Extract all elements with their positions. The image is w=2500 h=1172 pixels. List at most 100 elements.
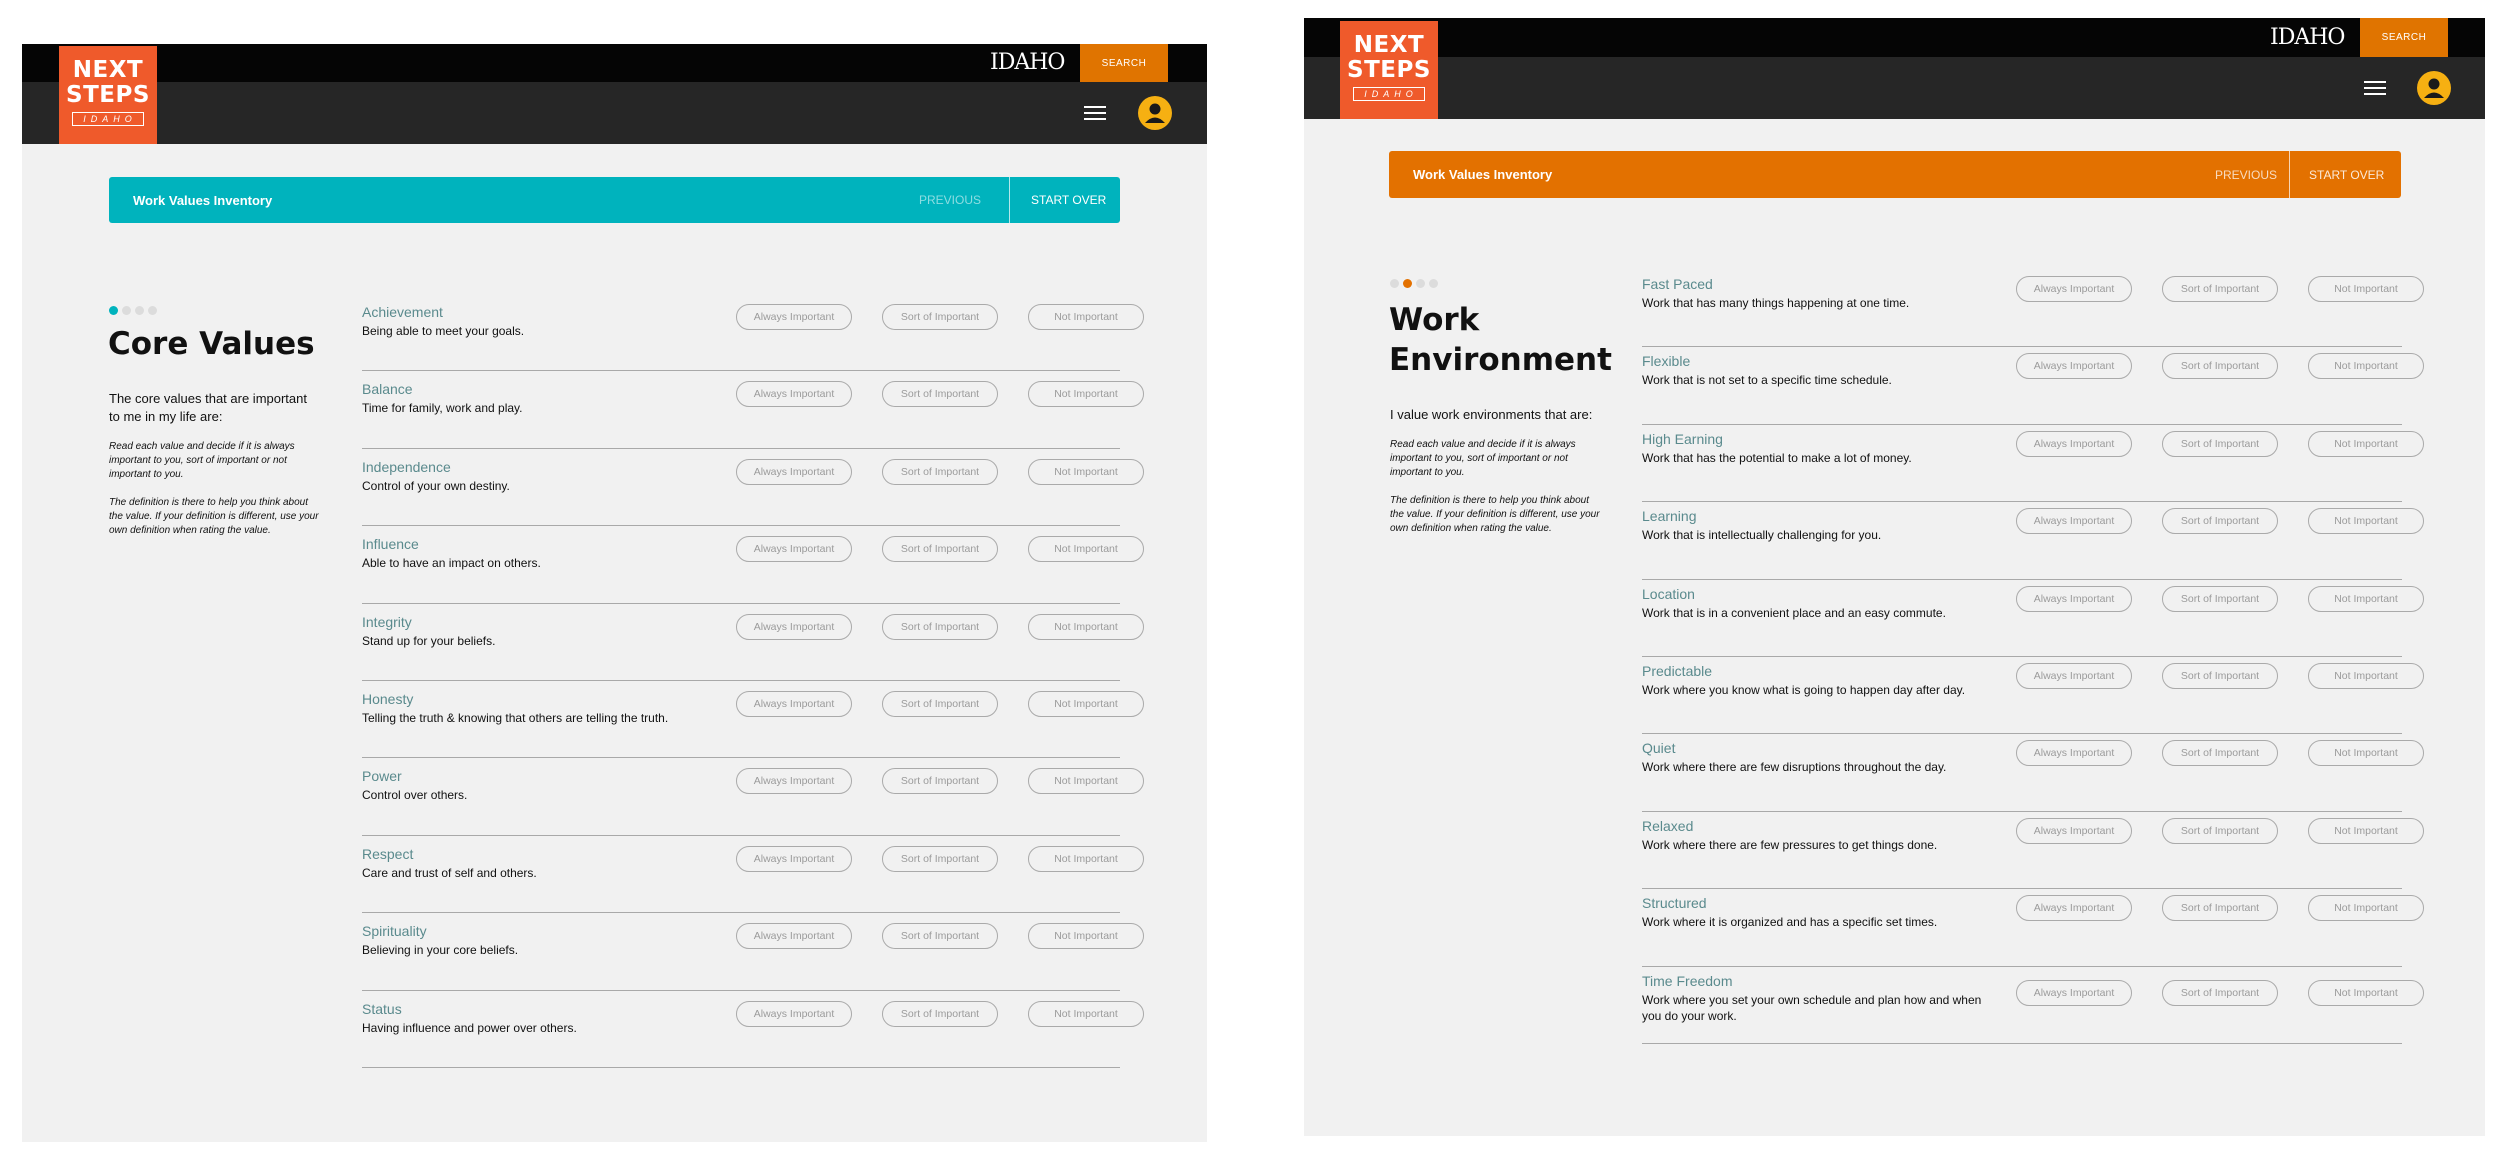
sort-of-important-button[interactable]: Sort of Important <box>882 691 998 717</box>
inventory-title-bar: Work Values Inventory PREVIOUS START OVE… <box>109 177 1120 223</box>
sort-of-important-button[interactable]: Sort of Important <box>882 304 998 330</box>
sort-of-important-button[interactable]: Sort of Important <box>2162 740 2278 767</box>
section-intro: The core values that are important to me… <box>109 391 307 424</box>
sort-of-important-button[interactable]: Sort of Important <box>2162 276 2278 302</box>
value-description: Stand up for your beliefs. <box>362 633 496 648</box>
value-description: Work that has the potential to make a lo… <box>1642 450 1912 465</box>
always-important-button[interactable]: Always Important <box>2016 276 2132 302</box>
start-over-button[interactable]: START OVER <box>1031 177 1106 223</box>
always-important-button[interactable]: Always Important <box>2016 740 2132 767</box>
not-important-button[interactable]: Not Important <box>1028 1000 1144 1027</box>
search-button[interactable]: SEARCH <box>2360 18 2448 57</box>
not-important-button[interactable]: Not Important <box>2308 740 2424 767</box>
value-name: Influence <box>362 536 419 553</box>
always-important-button[interactable]: Always Important <box>736 381 852 408</box>
always-important-button[interactable]: Always Important <box>736 845 852 872</box>
always-important-button[interactable]: Always Important <box>736 691 852 717</box>
user-avatar-icon[interactable] <box>2417 71 2451 105</box>
sort-of-important-button[interactable]: Sort of Important <box>2162 817 2278 844</box>
always-important-button[interactable]: Always Important <box>2016 585 2132 612</box>
always-important-button[interactable]: Always Important <box>2016 663 2132 689</box>
always-important-button[interactable]: Always Important <box>2016 817 2132 844</box>
sort-of-important-button[interactable]: Sort of Important <box>2162 430 2278 457</box>
always-important-button[interactable]: Always Important <box>2016 353 2132 380</box>
always-important-button[interactable]: Always Important <box>736 458 852 485</box>
idaho-logo[interactable]: IDAHO <box>2270 25 2345 50</box>
not-important-button[interactable]: Not Important <box>1028 923 1144 950</box>
always-important-button[interactable]: Always Important <box>736 613 852 640</box>
value-name: Balance <box>362 381 413 398</box>
not-important-button[interactable]: Not Important <box>2308 663 2424 689</box>
search-button[interactable]: SEARCH <box>1080 44 1168 82</box>
not-important-button[interactable]: Not Important <box>2308 979 2424 1006</box>
sort-of-important-button[interactable]: Sort of Important <box>882 536 998 563</box>
not-important-button[interactable]: Not Important <box>2308 817 2424 844</box>
sort-of-important-button[interactable]: Sort of Important <box>2162 585 2278 612</box>
always-important-button[interactable]: Always Important <box>736 923 852 950</box>
value-row: Honesty Telling the truth & knowing that … <box>362 681 1144 759</box>
not-important-button[interactable]: Not Important <box>1028 536 1144 563</box>
inventory-title: Work Values Inventory <box>133 192 273 208</box>
always-important-button[interactable]: Always Important <box>2016 430 2132 457</box>
not-important-button[interactable]: Not Important <box>1028 381 1144 408</box>
value-description: Control over others. <box>362 788 468 803</box>
not-important-button[interactable]: Not Important <box>1028 458 1144 485</box>
previous-button[interactable]: PREVIOUS <box>919 177 981 223</box>
sort-of-important-button[interactable]: Sort of Important <box>882 923 998 950</box>
value-name: Status <box>362 1000 402 1017</box>
sort-of-important-button[interactable]: Sort of Important <box>2162 353 2278 380</box>
step-dot <box>122 306 131 315</box>
sort-of-important-button[interactable]: Sort of Important <box>882 1000 998 1027</box>
sort-of-important-button[interactable]: Sort of Important <box>882 845 998 872</box>
not-important-button[interactable]: Not Important <box>2308 276 2424 302</box>
instruction-note: Read each value and decide if it is alwa… <box>109 441 295 480</box>
not-important-button[interactable]: Not Important <box>2308 430 2424 457</box>
value-row: Quiet Work where there are few disruption… <box>1642 734 2424 812</box>
sort-of-important-button[interactable]: Sort of Important <box>882 768 998 795</box>
value-row: Learning Work that is intellectually chal… <box>1642 502 2424 580</box>
not-important-button[interactable]: Not Important <box>1028 768 1144 795</box>
always-important-button[interactable]: Always Important <box>736 304 852 330</box>
always-important-button[interactable]: Always Important <box>736 536 852 563</box>
not-important-button[interactable]: Not Important <box>1028 691 1144 717</box>
sort-of-important-button[interactable]: Sort of Important <box>882 381 998 408</box>
hamburger-menu-icon[interactable] <box>2364 80 2386 96</box>
sort-of-important-button[interactable]: Sort of Important <box>2162 979 2278 1006</box>
sort-of-important-button[interactable]: Sort of Important <box>2162 663 2278 689</box>
always-important-button[interactable]: Always Important <box>736 768 852 795</box>
idaho-logo[interactable]: IDAHO <box>990 50 1065 75</box>
value-row: Respect Care and trust of self and others… <box>362 836 1144 914</box>
value-name: Structured <box>1642 895 1707 912</box>
top-bar: IDAHO SEARCH <box>22 44 1207 82</box>
definition-note: The definition is there to help you thin… <box>109 497 319 536</box>
value-description: Work where there are few pressures to ge… <box>1642 837 1938 852</box>
value-row: High Earning Work that has the potential … <box>1642 425 2424 503</box>
value-description: Having influence and power over others. <box>362 1020 577 1035</box>
sort-of-important-button[interactable]: Sort of Important <box>882 613 998 640</box>
not-important-button[interactable]: Not Important <box>2308 353 2424 380</box>
right-screen: IDAHO SEARCH NEXT STEPS IDAHO Work Value… <box>1304 18 2485 1136</box>
sort-of-important-button[interactable]: Sort of Important <box>2162 508 2278 535</box>
start-over-button[interactable]: START OVER <box>2309 151 2384 198</box>
step-dot-active <box>109 306 118 315</box>
hamburger-menu-icon[interactable] <box>1084 105 1106 121</box>
always-important-button[interactable]: Always Important <box>736 1000 852 1027</box>
not-important-button[interactable]: Not Important <box>1028 845 1144 872</box>
sort-of-important-button[interactable]: Sort of Important <box>2162 895 2278 922</box>
not-important-button[interactable]: Not Important <box>1028 613 1144 640</box>
previous-button[interactable]: PREVIOUS <box>2215 151 2277 198</box>
value-name: Spirituality <box>362 923 427 940</box>
value-description: Work where there are few disruptions thr… <box>1642 760 1947 775</box>
always-important-button[interactable]: Always Important <box>2016 895 2132 922</box>
inventory-title: Work Values Inventory <box>1413 167 1553 182</box>
always-important-button[interactable]: Always Important <box>2016 979 2132 1006</box>
not-important-button[interactable]: Not Important <box>2308 585 2424 612</box>
sort-of-important-button[interactable]: Sort of Important <box>882 458 998 485</box>
next-steps-logo[interactable]: NEXT STEPS IDAHO <box>1340 21 1438 119</box>
not-important-button[interactable]: Not Important <box>2308 895 2424 922</box>
always-important-button[interactable]: Always Important <box>2016 508 2132 535</box>
not-important-button[interactable]: Not Important <box>1028 304 1144 330</box>
user-avatar-icon[interactable] <box>1138 96 1172 130</box>
not-important-button[interactable]: Not Important <box>2308 508 2424 535</box>
next-steps-logo[interactable]: NEXT STEPS IDAHO <box>59 46 157 144</box>
